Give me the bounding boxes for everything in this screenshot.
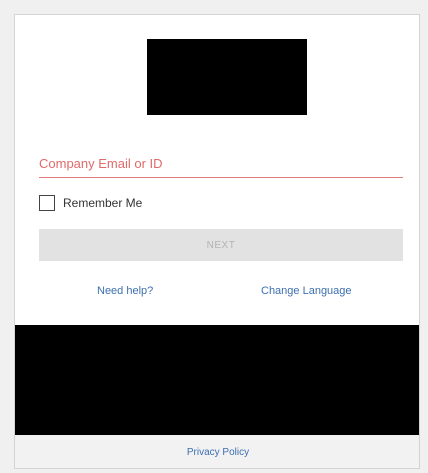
footer: Privacy Policy (15, 435, 419, 468)
company-email-field[interactable] (39, 149, 403, 178)
change-language-link[interactable]: Change Language (261, 285, 352, 297)
company-logo-redacted (147, 39, 307, 115)
next-button[interactable]: NEXT (39, 229, 403, 261)
remember-me-row[interactable]: Remember Me (39, 193, 142, 213)
login-card: Remember Me NEXT Need help? Change Langu… (14, 14, 420, 469)
need-help-link[interactable]: Need help? (97, 285, 153, 297)
remember-me-checkbox[interactable] (39, 195, 55, 211)
banner-redacted (15, 325, 419, 435)
privacy-policy-link[interactable]: Privacy Policy (187, 447, 249, 458)
remember-me-label: Remember Me (63, 196, 143, 210)
